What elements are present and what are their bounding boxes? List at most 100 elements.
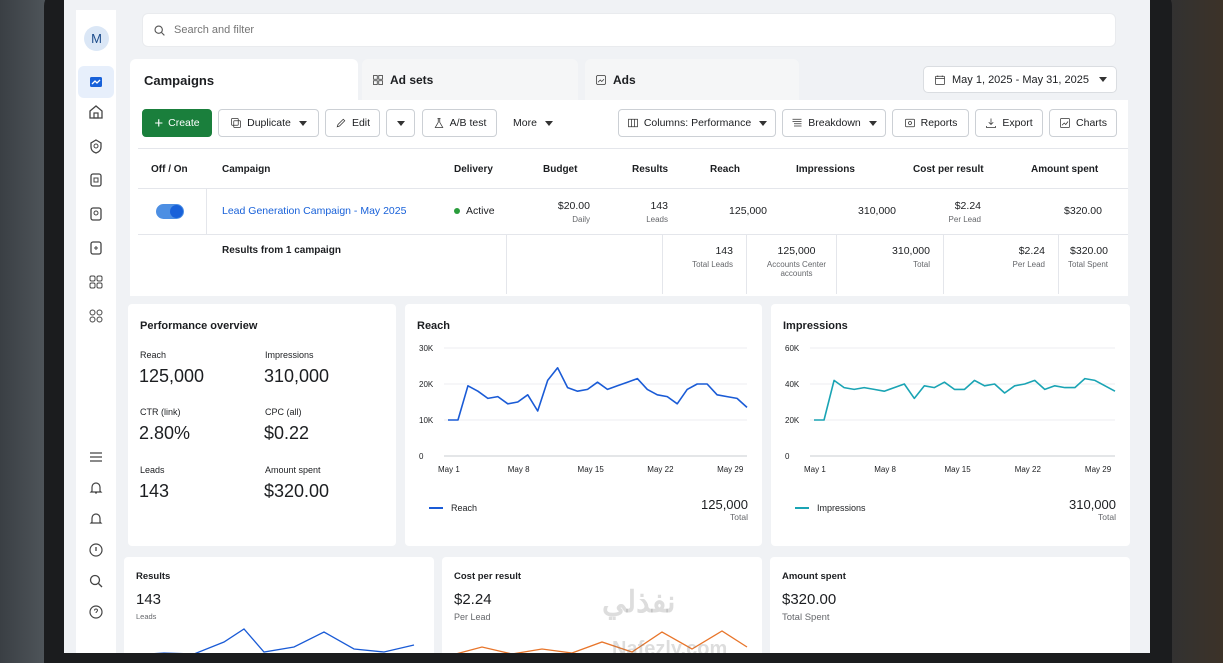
delivery-label: Active — [466, 205, 495, 217]
calendar-icon — [935, 75, 945, 85]
metric-value: 125,000 — [139, 366, 205, 386]
series-line — [814, 377, 1116, 421]
search-nav-icon[interactable] — [84, 569, 108, 593]
metric-value: 143 — [139, 481, 170, 501]
document-icon[interactable] — [84, 168, 108, 192]
ads-icon — [596, 75, 606, 85]
campaign-name-link[interactable]: Lead Generation Campaign - May 2025 — [222, 205, 406, 217]
search-bar[interactable] — [142, 13, 1116, 47]
legend-label: Impressions — [817, 503, 866, 513]
divider — [943, 234, 944, 294]
reports-button[interactable]: Reports — [892, 109, 969, 137]
create-button[interactable]: + Create — [142, 109, 212, 137]
date-range-picker[interactable]: May 1, 2025 - May 31, 2025 — [923, 66, 1117, 93]
campaigns-nav-icon[interactable] — [78, 66, 114, 98]
ab-test-button[interactable]: A/B test — [422, 109, 497, 137]
x-tick-label: May 8 — [874, 465, 896, 474]
sidebar: M — [76, 10, 116, 653]
reach-total-value: 125,000 — [701, 497, 748, 512]
info-icon[interactable] — [84, 538, 108, 562]
metric-label: Reach — [140, 350, 167, 360]
charts-button[interactable]: Charts — [1049, 109, 1117, 137]
overview-title: Performance overview — [140, 320, 258, 332]
tab-campaigns[interactable]: Campaigns — [130, 59, 358, 101]
divider — [138, 188, 1128, 189]
export-button[interactable]: Export — [975, 109, 1043, 137]
summary-results-value: 143 — [715, 245, 733, 257]
header-results: Results — [632, 164, 669, 175]
summary-impressions: 310,000 Total — [860, 245, 930, 269]
header-reach: Reach — [710, 164, 741, 175]
grid-icon — [373, 75, 383, 85]
menu-icon[interactable] — [84, 445, 108, 469]
breakdown-label: Breakdown — [808, 117, 861, 129]
cost-sub: Per Lead — [948, 215, 981, 224]
results-cell: 143 Leads — [620, 200, 668, 224]
x-tick-label: May 22 — [647, 465, 674, 474]
date-range-text: May 1, 2025 - May 31, 2025 — [952, 73, 1089, 86]
summary-reach: 125,000 Accounts Center accounts — [760, 245, 833, 278]
results-sparkline — [154, 628, 415, 653]
summary-spent: $320.00 Total Spent — [1010, 245, 1108, 269]
watermark-arabic: نفذلي — [602, 586, 676, 619]
reach-chart-card: Reach 0 10K 20K 30K May 1 May 8 May 15 May 22 Ma… — [405, 304, 762, 546]
grid-tools-icon[interactable] — [84, 270, 108, 294]
breakdown-button[interactable]: Breakdown — [782, 109, 886, 137]
avatar[interactable]: M — [84, 26, 109, 51]
y-tick-label: 20K — [419, 380, 434, 389]
y-tick-label: 10K — [419, 416, 434, 425]
card-value: 143 — [136, 591, 162, 608]
card-title: Amount spent — [782, 571, 846, 582]
metric-label: Leads — [140, 465, 165, 475]
more-button[interactable]: More — [503, 109, 563, 137]
columns-button[interactable]: Columns: Performance — [618, 109, 776, 137]
audience-icon[interactable] — [84, 202, 108, 226]
duplicate-button[interactable]: Duplicate — [218, 109, 319, 137]
billing-icon[interactable] — [84, 236, 108, 260]
cost-cell: $2.24 Per Lead — [930, 200, 981, 224]
header-off-on: Off / On — [151, 164, 188, 175]
x-tick-label: May 1 — [438, 465, 460, 474]
performance-overview-card: Performance overview Reach 125,000 Impre… — [128, 304, 396, 546]
reports-label: Reports — [920, 117, 958, 129]
x-tick-label: May 29 — [717, 465, 744, 474]
export-label: Export — [1002, 117, 1033, 129]
breakdown-icon — [792, 118, 802, 127]
search-input[interactable] — [174, 24, 474, 36]
series-line — [448, 366, 748, 421]
download-icon — [986, 118, 997, 128]
apps-icon[interactable] — [84, 304, 108, 328]
header-budget: Budget — [543, 164, 578, 175]
tab-label: Campaigns — [144, 72, 215, 88]
summary-results: 143 Total Leads — [675, 245, 733, 269]
help-icon[interactable] — [84, 600, 108, 624]
summary-results-sub: Total Leads — [692, 260, 733, 269]
home-icon[interactable] — [84, 100, 108, 124]
tab-ads[interactable]: Ads — [585, 59, 799, 101]
reach-chart: 0 10K 20K 30K May 1 May 8 May 15 May 22 May 29 — [419, 344, 748, 474]
ab-test-label: A/B test — [449, 117, 487, 129]
campaign-toggle[interactable] — [156, 204, 184, 219]
chevron-down-icon — [298, 120, 307, 126]
x-tick-label: May 8 — [508, 465, 530, 474]
reach-chart-title: Reach — [417, 320, 451, 332]
notifications-icon[interactable] — [84, 476, 108, 500]
tab-ad-sets[interactable]: Ad sets — [362, 59, 578, 101]
card-sub: Per Lead — [454, 612, 491, 622]
legend-label: Reach — [451, 503, 478, 513]
x-tick-label: May 29 — [1085, 465, 1112, 474]
edit-more-dropdown[interactable] — [386, 109, 415, 137]
card-value: $320.00 — [782, 591, 837, 608]
card-title: Cost per result — [454, 571, 522, 582]
summary-impressions-sub: Total — [913, 260, 930, 269]
impressions-total-label: Total — [1098, 512, 1116, 522]
metric-value: 2.80% — [139, 423, 191, 443]
watermark-url: Nafezly.com — [612, 638, 728, 653]
shield-icon[interactable] — [84, 134, 108, 158]
y-tick-label: 20K — [785, 416, 800, 425]
header-impressions: Impressions — [796, 164, 855, 175]
results-sub: Leads — [646, 215, 668, 224]
charts-label: Charts — [1076, 117, 1107, 129]
alerts-icon[interactable] — [84, 507, 108, 531]
edit-button[interactable]: Edit — [325, 109, 380, 137]
